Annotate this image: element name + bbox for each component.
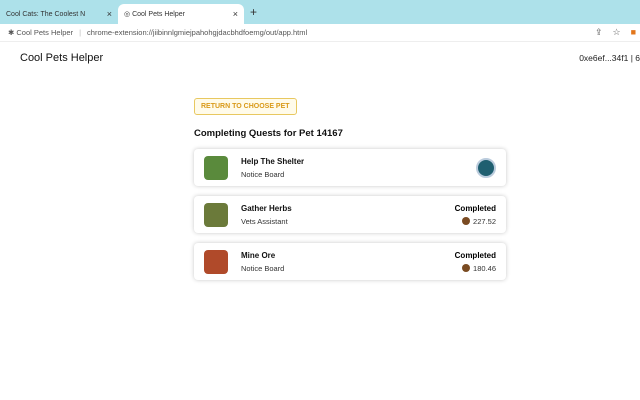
herbs-icon xyxy=(204,202,228,227)
metamask-icon[interactable]: ■ xyxy=(631,27,636,38)
quest-card[interactable]: Gather Herbs Vets Assistant Completed 227.… xyxy=(194,196,506,233)
app-title: Cool Pets Helper xyxy=(20,52,104,64)
quest-source: Notice Board xyxy=(241,263,285,273)
wallet-address: 0xe6ef...34f1 | 6 xyxy=(579,53,640,63)
share-icon[interactable]: ⇪ xyxy=(595,27,603,38)
quest-source: Vets Assistant xyxy=(241,216,288,226)
quest-status: Completed xyxy=(454,203,496,213)
quest-reward: 180.46 xyxy=(473,263,496,273)
coin-icon xyxy=(462,263,471,272)
star-icon[interactable]: ☆ xyxy=(612,27,620,38)
page-heading: Completing Quests for Pet 14167 xyxy=(194,128,343,139)
quest-panel: RETURN TO CHOOSE PET Completing Quests f… xyxy=(194,95,506,280)
address-bar[interactable]: ✱ Cool Pets Helper | chrome-extension://j… xyxy=(0,24,640,42)
coin-icon xyxy=(462,216,471,225)
quest-card[interactable]: Mine Ore Notice Board Completed 180.46 xyxy=(194,243,506,280)
site-name: Cool Pets Helper xyxy=(16,28,74,37)
quest-name: Gather Herbs xyxy=(241,203,292,213)
tab-title: Cool Pets Helper xyxy=(132,10,185,18)
quest-source: Notice Board xyxy=(241,169,285,179)
ore-icon xyxy=(204,249,228,274)
quest-name: Mine Ore xyxy=(241,250,276,260)
shelter-icon xyxy=(204,155,228,180)
quest-card[interactable]: Help The Shelter Notice Board xyxy=(194,149,506,186)
new-tab-button[interactable]: + xyxy=(250,5,257,19)
url[interactable]: chrome-extension://jiibinnlgmiejpahohgjd… xyxy=(87,28,307,37)
pet-avatar xyxy=(476,157,496,178)
quest-name: Help The Shelter xyxy=(241,156,305,166)
close-icon[interactable]: × xyxy=(107,9,112,19)
tab-title: Cool Cats: The Coolest N xyxy=(6,10,86,18)
tab-cool-cats[interactable]: Cool Cats: The Coolest N × xyxy=(0,4,118,24)
tab-bar: Cool Cats: The Coolest N × ◎ Cool Pets He… xyxy=(0,0,640,24)
globe-icon: ◎ xyxy=(124,11,133,18)
quest-reward: 227.52 xyxy=(473,216,496,226)
quest-status: Completed xyxy=(454,250,496,260)
return-button[interactable]: RETURN TO CHOOSE PET xyxy=(194,98,297,115)
tab-cool-pets-helper[interactable]: ◎ Cool Pets Helper × xyxy=(118,4,244,24)
extension-icon: ✱ xyxy=(8,28,17,37)
close-icon[interactable]: × xyxy=(233,9,238,19)
